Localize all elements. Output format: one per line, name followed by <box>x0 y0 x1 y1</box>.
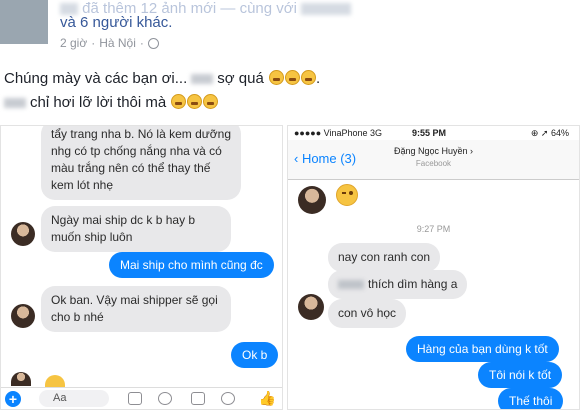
right-chat-screenshot[interactable]: ●●●●● VinaPhone 3G 9:55 PM ⊕ ➚ 64% ‹ Hom… <box>287 125 580 410</box>
caption-start: Chúng mày và các bạn ơi... <box>4 70 188 87</box>
chat-nav-bar: ‹ Home (3) Đặng Ngọc Huyền › Facebook <box>288 140 579 180</box>
post-location[interactable]: Hà Nội <box>99 36 136 50</box>
contact-avatar <box>298 186 326 214</box>
message-input[interactable]: Aa <box>39 390 109 407</box>
emoji-partial <box>45 375 65 387</box>
chat-message-incoming: nay con ranh con <box>328 243 441 272</box>
globe-icon <box>147 37 159 49</box>
blurred-word <box>338 280 364 290</box>
contact-name[interactable]: Đặng Ngọc Huyền › <box>288 146 579 156</box>
crying-face-icon <box>171 94 187 109</box>
chat-message-incoming: thích dìm hàng a <box>328 270 468 299</box>
post-caption-line2: chỉ hơi lỡ lời thôi mà <box>4 94 219 111</box>
contact-source: Facebook <box>415 159 452 168</box>
crying-face-icon <box>203 94 219 109</box>
crying-face-icon <box>300 70 316 85</box>
crying-face-icon <box>268 70 284 85</box>
status-clock: 9:55 PM <box>412 128 447 138</box>
meta-separator: · <box>91 36 96 50</box>
chat-message-outgoing: Ok b <box>231 342 279 368</box>
contact-avatar <box>298 294 324 320</box>
status-bar: ●●●●● VinaPhone 3G 9:55 PM ⊕ ➚ 64% <box>288 126 579 140</box>
gif-icon[interactable] <box>191 392 205 405</box>
thumbs-up-icon[interactable]: 👍 <box>259 390 276 407</box>
winking-face-icon <box>336 184 358 206</box>
chat-message-outgoing: Hàng của bạn dùng k tốt <box>406 336 559 362</box>
blurred-word <box>191 74 214 85</box>
crying-face-icon <box>284 70 300 85</box>
battery-indicator: ⊕ ➚ 64% <box>530 128 569 138</box>
gallery-icon[interactable] <box>128 392 142 405</box>
caption-end: sợ quá <box>217 70 264 87</box>
blurred-tagged-name <box>301 3 352 16</box>
chat-message-outgoing: Tôi nói k tốt <box>478 362 563 388</box>
chat-message-incoming: tẩy trang nha b. Nó là kem dưỡng nhg có … <box>41 126 241 200</box>
contact-avatar <box>11 372 31 386</box>
contact-avatar <box>11 222 35 246</box>
caption-line2-text: chỉ hơi lỡ lời thôi mà <box>30 94 167 111</box>
chat-message-incoming: Ngày mai ship dc k b hay b muốn ship luô… <box>41 206 231 252</box>
post-caption-line1: Chúng mày và các bạn ơi... sợ quá . <box>4 70 321 87</box>
carrier-label: ●●●●● VinaPhone 3G <box>294 128 383 138</box>
tagged-others-link[interactable]: và 6 người khác. <box>60 14 172 31</box>
message-text: thích dìm hàng a <box>368 277 458 291</box>
message-timestamp: 9:27 PM <box>416 224 451 234</box>
blurred-word <box>4 98 26 109</box>
post-time[interactable]: 2 giờ <box>60 36 87 50</box>
chat-message-outgoing: Thế thôi <box>498 388 564 409</box>
sticker-icon[interactable] <box>221 392 235 405</box>
camera-icon[interactable] <box>158 392 172 405</box>
post-meta: 2 giờ · Hà Nội · <box>60 36 159 50</box>
contact-avatar <box>11 304 35 328</box>
message-composer: + Aa 👍 <box>1 387 282 409</box>
left-chat-screenshot[interactable]: tẩy trang nha b. Nó là kem dưỡng nhg có … <box>0 125 283 410</box>
poster-avatar[interactable] <box>0 0 48 44</box>
chat-message-outgoing: Mai ship cho mình cũng đc <box>109 252 274 278</box>
crying-face-icon <box>187 94 203 109</box>
meta-separator-2: · <box>139 36 144 50</box>
chat-message-incoming: Ok ban. Vậy mai shipper sẽ gọi cho b nhé <box>41 286 231 332</box>
chat-message-incoming: con vô học <box>328 299 407 328</box>
add-button[interactable]: + <box>5 391 21 407</box>
